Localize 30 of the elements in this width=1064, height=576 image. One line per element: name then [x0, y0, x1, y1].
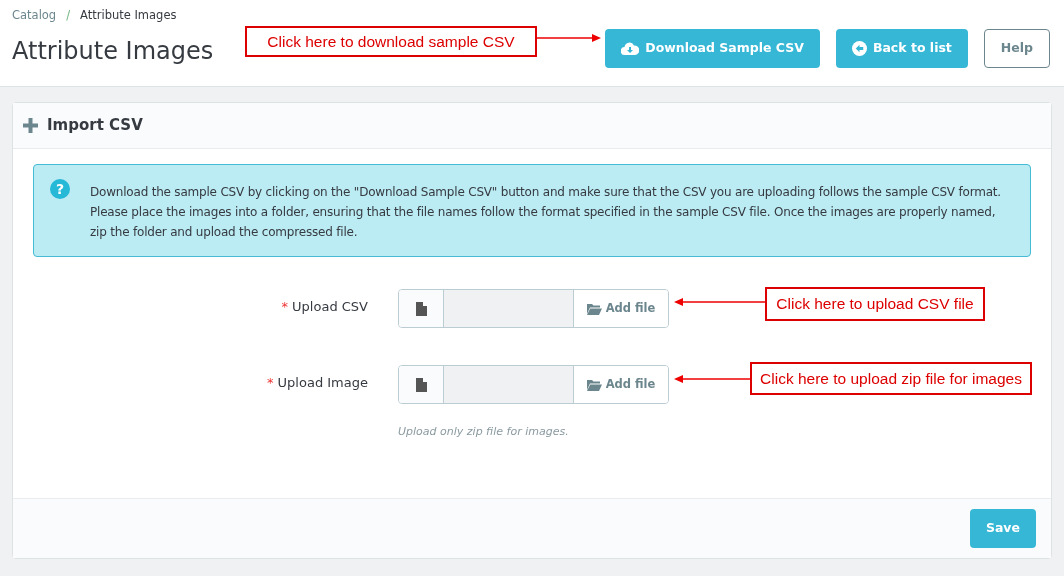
field-label: Upload Image [277, 374, 368, 392]
annotation-callout: Click here to download sample CSV [245, 26, 537, 57]
breadcrumb-link[interactable]: Catalog [12, 7, 57, 25]
breadcrumb-current: Attribute Images [80, 7, 177, 24]
help-icon: ? [50, 179, 70, 199]
breadcrumb-separator: / [66, 7, 71, 24]
required-mark: * [281, 298, 289, 316]
add-file-button[interactable]: Add file [573, 366, 668, 403]
annotation-arrow [537, 34, 601, 42]
help-button[interactable]: Help [983, 29, 1050, 68]
help-text: Upload only zip file for images. [398, 424, 570, 440]
file-input[interactable]: Add file [398, 289, 669, 328]
plus-icon [23, 118, 38, 133]
annotation-callout: Click here to upload zip file for images [750, 362, 1032, 395]
file-icon [415, 377, 427, 392]
annotation-callout: Click here to upload CSV file [765, 287, 985, 321]
add-file-button[interactable]: Add file [573, 290, 668, 327]
folder-icon [586, 302, 602, 315]
file-input[interactable]: Add file [398, 365, 669, 404]
field-label: Upload CSV [292, 298, 368, 316]
save-button[interactable]: Save [969, 509, 1036, 548]
back-button[interactable]: Back to list [835, 29, 968, 68]
download-button[interactable]: Download Sample CSV [605, 29, 820, 68]
info-text: Download the sample CSV by clicking on the "Download Sample CSV" button and make sure that the CSV you are uploading follows the sample CSV format. Please place the images into a folder, ensuring that the file names follow the format specified in the sample CSV file. Once the images are properly named, zip the folder and upload the compressed file. [90, 184, 1002, 241]
required-mark: * [267, 374, 274, 392]
panel-title: Import CSV [47, 115, 143, 137]
folder-icon [586, 378, 602, 391]
cloud-download-icon [621, 42, 640, 55]
page-title: Attribute Images [12, 36, 214, 68]
file-icon [415, 301, 427, 316]
